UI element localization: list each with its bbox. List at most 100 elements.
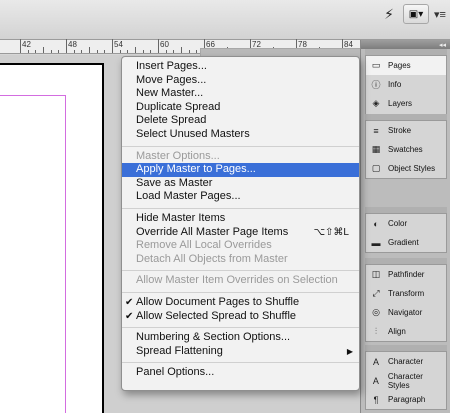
panel-dock: ◂◂ ▭PagesⓘInfo◈Layers∞Links≡Stroke▦Swatc… — [360, 40, 450, 413]
dock-item-pages[interactable]: ▭ Pages — [366, 56, 446, 75]
menu-separator — [122, 145, 359, 147]
panel-menu-icon[interactable]: ▾≡ — [432, 4, 448, 24]
dock-item-color[interactable]: ◐ Color — [366, 214, 446, 233]
menu-item-apply-master-to-pages[interactable]: Apply Master to Pages... — [122, 163, 359, 177]
ruler-tick-label: 54 — [114, 40, 123, 49]
menu-item-move-pages[interactable]: Move Pages... — [122, 74, 359, 88]
ruler-tick — [112, 39, 113, 53]
menu-item-panel-options[interactable]: Panel Options... — [122, 366, 359, 380]
menu-item-spread-flattening[interactable]: Spread Flattening ▶ — [122, 345, 359, 359]
dock-item-navigator[interactable]: ◎ Navigator — [366, 303, 446, 322]
ruler-tick — [50, 50, 52, 53]
transform-icon: ⤢ — [372, 288, 380, 298]
menu-item-delete-spread[interactable]: Delete Spread — [122, 114, 359, 128]
color-icon: ◐ — [373, 218, 379, 229]
ruler-tick — [89, 47, 90, 53]
menu-item-label: Apply Master to Pages... — [136, 163, 256, 176]
ruler-tick — [150, 50, 152, 53]
menu-separator — [122, 207, 359, 209]
menu-item-load-master-pages[interactable]: Load Master Pages... — [122, 190, 359, 204]
menu-item-label: Select Unused Masters — [136, 127, 250, 140]
menu-item-label: Remove All Local Overrides — [136, 239, 272, 252]
dock-item-label: Color — [388, 219, 408, 228]
menu-item-allow-document-pages-to-shuffle[interactable]: ✔ Allow Document Pages to Shuffle — [122, 296, 359, 310]
ruler-tick-label: 48 — [68, 40, 77, 49]
info-icon: ⓘ — [371, 80, 381, 90]
dock-item-label: Transform — [388, 289, 425, 298]
dock-item-paragraph[interactable]: ¶ Paragraph — [366, 390, 446, 409]
menu-separator — [122, 270, 359, 272]
menu-item-insert-pages[interactable]: Insert Pages... — [122, 60, 359, 74]
ruler-tick — [135, 47, 136, 53]
dock-item-character-styles[interactable]: A Character Styles — [366, 371, 446, 390]
dock-group: ≡ Stroke ▦ Swatches ▢ Object Styles — [365, 120, 447, 179]
dock-item-character[interactable]: A Character — [366, 352, 446, 371]
menu-item-remove-all-local-overrides: Remove All Local Overrides — [122, 239, 359, 253]
ruler-tick — [173, 50, 175, 53]
menu-item-select-unused-masters[interactable]: Select Unused Masters — [122, 128, 359, 142]
menu-item-label: Master Options... — [136, 149, 220, 162]
ruler-tick — [119, 50, 121, 53]
ruler-tick — [35, 50, 37, 53]
menu-item-override-all-master-page-items[interactable]: Override All Master Page Items ⌥⇧⌘L — [122, 226, 359, 240]
menu-item-label: Load Master Pages... — [136, 190, 241, 203]
menu-item-label: Allow Master Item Overrides on Selection — [136, 274, 338, 287]
menu-item-label: Detach All Objects from Master — [136, 252, 288, 265]
dock-item-gradient[interactable]: ▬ Gradient — [366, 233, 446, 252]
lightning-icon[interactable]: ⚡ — [380, 4, 398, 24]
collapse-dock-icon[interactable]: ◂◂ — [361, 40, 450, 49]
ruler-tick — [158, 39, 159, 53]
dock-item-label: Pages — [388, 61, 411, 70]
ruler-tick — [81, 50, 83, 53]
menu-separator — [122, 362, 359, 364]
dock-item-label: Paragraph — [388, 395, 426, 404]
menu-item-label: Duplicate Spread — [136, 100, 221, 113]
menu-item-label: Numbering & Section Options... — [136, 331, 291, 344]
dock-item-label: Object Styles — [388, 164, 436, 173]
menu-item-label: Delete Spread — [136, 114, 207, 127]
menu-item-duplicate-spread[interactable]: Duplicate Spread — [122, 101, 359, 115]
document-page[interactable] — [0, 63, 104, 413]
submenu-arrow-icon: ▶ — [346, 346, 353, 356]
dock-item-label: Swatches — [388, 145, 423, 154]
checkmark-icon: ✔ — [125, 296, 134, 308]
dock-item-object-styles[interactable]: ▢ Object Styles — [366, 159, 446, 178]
stroke-icon: ≡ — [373, 125, 379, 136]
dock-item-transform[interactable]: ⤢ Transform — [366, 284, 446, 303]
dock-item-label: Gradient — [388, 238, 419, 247]
dock-item-pathfinder[interactable]: ◫ Pathfinder — [366, 265, 446, 284]
character-styles-icon: A — [372, 375, 379, 386]
application-bar: ⚡ ▣▾ ▾≡ — [0, 0, 450, 40]
ruler-tick — [127, 50, 129, 53]
ruler-tick — [96, 50, 98, 53]
menu-item-label: Allow Document Pages to Shuffle — [136, 295, 300, 308]
dock-group: ◫ Pathfinder ⤢ Transform ◎ Navigator ⫶ Align — [365, 264, 447, 342]
dock-item-align[interactable]: ⫶ Align — [366, 322, 446, 341]
dock-item-swatches[interactable]: ▦ Swatches — [366, 140, 446, 159]
ruler-tick-label: 60 — [160, 40, 169, 49]
dock-item-label: Layers — [388, 99, 413, 108]
dock-item-stroke[interactable]: ≡ Stroke — [366, 121, 446, 140]
ruler-tick — [58, 50, 60, 53]
dock-item-info[interactable]: ⓘ Info — [366, 75, 446, 94]
dock-item-layers[interactable]: ◈ Layers — [366, 94, 446, 113]
ruler-tick — [104, 50, 106, 53]
menu-item-save-as-master[interactable]: Save as Master — [122, 177, 359, 191]
pages-panel-flyout-menu: Insert Pages... Move Pages... New Master..… — [121, 56, 360, 391]
ruler-tick — [73, 50, 75, 53]
menu-item-allow-selected-spread-to-shuffle[interactable]: ✔ Allow Selected Spread to Shuffle — [122, 310, 359, 324]
menu-item-label: Hide Master Items — [136, 211, 226, 224]
ruler-tick — [27, 50, 29, 53]
pages-icon: ▭ — [371, 60, 381, 70]
dock-item-label: Align — [388, 327, 406, 336]
menu-item-numbering-section-options[interactable]: Numbering & Section Options... — [122, 331, 359, 345]
menu-item-hide-master-items[interactable]: Hide Master Items — [122, 212, 359, 226]
paragraph-icon: ¶ — [373, 394, 379, 405]
screen-mode-icon[interactable]: ▣▾ — [403, 4, 429, 24]
menu-item-master-options: Master Options... — [122, 150, 359, 164]
ruler-tick — [66, 39, 67, 53]
checkmark-icon: ✔ — [125, 310, 134, 322]
align-icon: ⫶ — [374, 326, 378, 336]
navigator-icon: ◎ — [372, 307, 380, 317]
menu-item-new-master[interactable]: New Master... — [122, 87, 359, 101]
